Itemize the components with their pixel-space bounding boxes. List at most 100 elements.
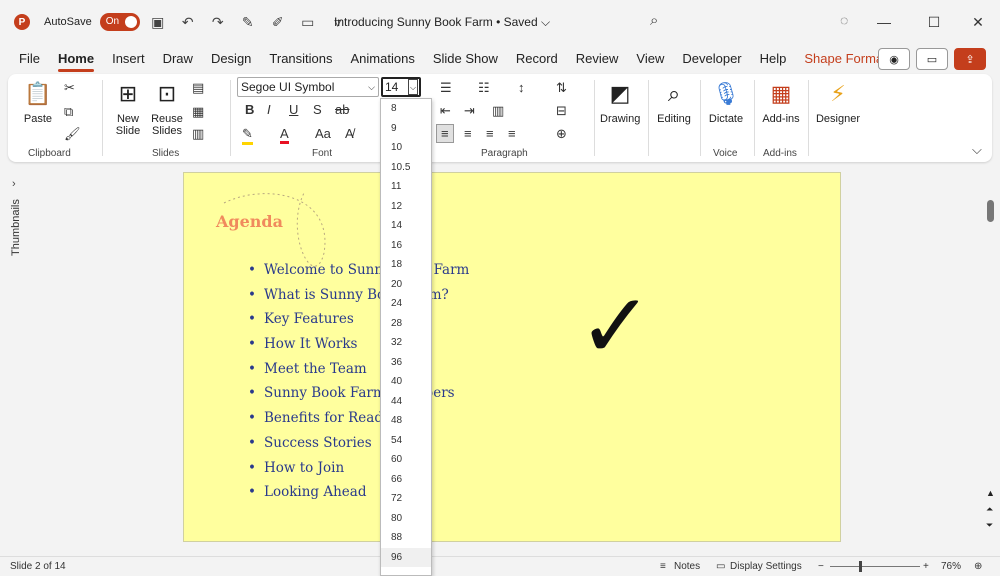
- font-size-option[interactable]: 66: [381, 470, 431, 490]
- font-size-option[interactable]: 20: [381, 275, 431, 295]
- highlight-icon[interactable]: ✎: [242, 126, 253, 145]
- change-case-button[interactable]: Aa: [315, 126, 331, 141]
- pen-icon[interactable]: ✐: [266, 10, 290, 34]
- slide-title[interactable]: Agenda: [216, 212, 283, 231]
- tab-developer[interactable]: Developer: [673, 44, 750, 74]
- tab-draw[interactable]: Draw: [154, 44, 202, 74]
- numbering-icon[interactable]: ☷: [478, 80, 490, 96]
- font-size-option[interactable]: 9: [381, 119, 431, 139]
- font-size-option[interactable]: 24: [381, 294, 431, 314]
- next-slide-icon[interactable]: ⏷: [986, 520, 993, 531]
- dictate-button[interactable]: 🎙 Dictate: [706, 78, 746, 125]
- fit-slide-icon[interactable]: ⊕: [974, 561, 982, 572]
- shadow-button[interactable]: S: [313, 102, 322, 117]
- paste-button[interactable]: 📋 Paste: [20, 78, 56, 125]
- display-settings-button[interactable]: Display Settings: [730, 561, 802, 572]
- notes-icon[interactable]: ≡: [660, 561, 666, 572]
- undo-icon[interactable]: ↶: [176, 10, 200, 34]
- zoom-in-button[interactable]: +: [923, 561, 929, 572]
- font-size-option[interactable]: 10.5: [381, 158, 431, 178]
- share-button[interactable]: ⇪: [954, 48, 986, 70]
- font-size-option[interactable]: 88: [381, 528, 431, 548]
- underline-button[interactable]: U: [289, 102, 298, 117]
- tab-design[interactable]: Design: [202, 44, 260, 74]
- zoom-slider-thumb[interactable]: [859, 561, 862, 572]
- clear-format-icon[interactable]: A̸: [345, 126, 354, 141]
- addins-button[interactable]: ▦ Add-ins: [760, 78, 802, 125]
- font-size-option[interactable]: 18: [381, 255, 431, 275]
- save-icon[interactable]: ▣: [146, 10, 170, 34]
- tab-view[interactable]: View: [627, 44, 673, 74]
- designer-button[interactable]: ⚡ Designer: [814, 78, 862, 125]
- agenda-list[interactable]: Welcome to Sunny Book Farm What is Sunny…: [246, 258, 469, 505]
- section-icon[interactable]: ▥: [192, 126, 204, 142]
- bold-button[interactable]: B: [245, 102, 254, 117]
- tab-animations[interactable]: Animations: [342, 44, 424, 74]
- smartart-icon[interactable]: ⊕: [556, 126, 567, 142]
- display-settings-icon[interactable]: ▭: [716, 561, 725, 572]
- copy-icon[interactable]: ⧉: [64, 104, 73, 120]
- font-size-option[interactable]: 54: [381, 431, 431, 451]
- thumbnails-label[interactable]: Thumbnails: [10, 199, 22, 256]
- tab-help[interactable]: Help: [751, 44, 796, 74]
- new-slide-button[interactable]: ⊞ New Slide: [110, 78, 146, 137]
- chevron-down-icon[interactable]: ⌵: [408, 79, 418, 95]
- checkmark-shape[interactable]: ✓: [578, 282, 653, 372]
- document-title[interactable]: Introducing Sunny Book Farm • Saved ⌵: [334, 15, 550, 30]
- drawing-button[interactable]: ◩ Drawing: [600, 78, 640, 125]
- font-size-option[interactable]: 16: [381, 236, 431, 256]
- font-size-option[interactable]: 72: [381, 489, 431, 509]
- tab-record[interactable]: Record: [507, 44, 567, 74]
- font-size-option[interactable]: 8: [381, 99, 431, 119]
- scrollbar-thumb[interactable]: [987, 200, 994, 222]
- font-size-option[interactable]: 40: [381, 372, 431, 392]
- lightbulb-icon[interactable]: ◌: [840, 12, 848, 28]
- italic-button[interactable]: I: [267, 102, 271, 117]
- tab-insert[interactable]: Insert: [103, 44, 154, 74]
- columns-icon[interactable]: ▥: [492, 103, 504, 119]
- notes-button[interactable]: Notes: [674, 561, 700, 572]
- tab-transitions[interactable]: Transitions: [260, 44, 341, 74]
- align-text-icon[interactable]: ⊟: [556, 103, 567, 119]
- prev-slide-icon[interactable]: ⏶: [986, 504, 993, 515]
- autosave-toggle[interactable]: On: [99, 13, 140, 31]
- zoom-level[interactable]: 76%: [941, 561, 961, 572]
- collapse-ribbon-icon[interactable]: ⌵: [972, 142, 982, 158]
- font-size-option[interactable]: 10: [381, 138, 431, 158]
- font-size-option[interactable]: 12: [381, 197, 431, 217]
- format-painter-icon[interactable]: 🖌: [64, 126, 81, 142]
- record-button[interactable]: ◉: [878, 48, 910, 70]
- minimize-button[interactable]: —: [872, 10, 896, 34]
- editing-button[interactable]: ⌕ Editing: [654, 78, 694, 125]
- font-size-option[interactable]: 96: [381, 547, 431, 567]
- decrease-indent-icon[interactable]: ⇤: [440, 103, 451, 119]
- scroll-up-icon[interactable]: ▲: [986, 488, 995, 498]
- strikethrough-button[interactable]: ab: [335, 102, 349, 117]
- tab-slide-show[interactable]: Slide Show: [424, 44, 507, 74]
- reset-icon[interactable]: ▦: [192, 104, 204, 120]
- reuse-slides-button[interactable]: ⊡ Reuse Slides: [148, 78, 186, 137]
- font-color-icon[interactable]: A: [280, 126, 289, 144]
- font-size-option[interactable]: 11: [381, 177, 431, 197]
- line-spacing-icon[interactable]: ↕: [518, 80, 525, 95]
- align-left-icon[interactable]: ≡: [436, 124, 454, 143]
- increase-indent-icon[interactable]: ⇥: [464, 103, 475, 119]
- font-size-option[interactable]: 14: [381, 216, 431, 236]
- tab-review[interactable]: Review: [567, 44, 628, 74]
- font-size-option[interactable]: 80: [381, 509, 431, 529]
- font-family-select[interactable]: Segoe UI Symbol ⌵: [237, 77, 379, 97]
- font-size-option[interactable]: 48: [381, 411, 431, 431]
- cut-icon[interactable]: ✂: [64, 80, 75, 96]
- font-size-option[interactable]: 36: [381, 353, 431, 373]
- magic-wand-icon[interactable]: ✎: [236, 10, 260, 34]
- font-size-option[interactable]: 28: [381, 314, 431, 334]
- layout-icon[interactable]: ▤: [192, 80, 204, 96]
- search-icon[interactable]: ⌕: [650, 12, 658, 29]
- zoom-slider[interactable]: [830, 566, 920, 567]
- maximize-button[interactable]: ☐: [922, 10, 946, 34]
- tab-file[interactable]: File: [10, 44, 49, 74]
- zoom-out-button[interactable]: −: [818, 561, 824, 572]
- redo-icon[interactable]: ↷: [206, 10, 230, 34]
- font-size-option[interactable]: 44: [381, 392, 431, 412]
- vertical-scrollbar[interactable]: ▲ ⏶ ⏷: [984, 178, 998, 538]
